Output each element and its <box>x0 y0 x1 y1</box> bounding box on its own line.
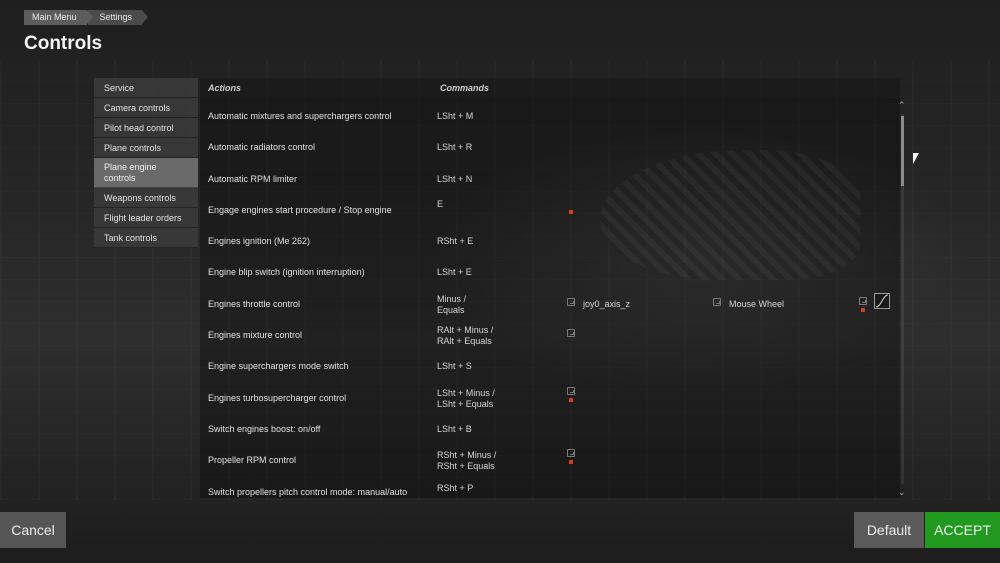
red-alert-icon <box>569 209 573 214</box>
action-label: Engage engines start procedure / Stop en… <box>208 204 392 215</box>
command-binding[interactable]: RSht + Minus / RSht + Equals <box>437 450 496 472</box>
gamepad-icon <box>713 297 721 306</box>
scroll-up-icon[interactable]: ⌃ <box>898 100 906 111</box>
category-plane-controls[interactable]: Plane controls <box>94 138 198 158</box>
joystick-binding[interactable]: joy0_axis_z <box>583 299 630 309</box>
action-label: Switch propellers pitch control mode: ma… <box>208 486 408 497</box>
accept-button[interactable]: ACCEPT <box>925 512 1000 548</box>
page-title: Controls <box>24 33 103 54</box>
action-label: Automatic radiators control <box>208 142 316 153</box>
command-line-1: RAlt + Minus / <box>437 325 494 336</box>
table-header: Actions Commands <box>200 78 900 98</box>
action-label: Switch engines boost: on/off <box>208 423 321 434</box>
gamepad-icon <box>567 329 575 338</box>
scroll-down-icon[interactable]: ⌄ <box>898 487 906 498</box>
action-label: Engines mixture control <box>208 330 303 341</box>
breadcrumb-settings[interactable]: Settings <box>87 10 148 25</box>
mouse-cursor-icon <box>913 153 919 164</box>
command-line-2: RAlt + Equals <box>437 336 492 347</box>
category-tank-controls[interactable]: Tank controls <box>94 228 198 248</box>
category-service[interactable]: Service <box>94 78 198 98</box>
table-row[interactable]: Engine blip switch (ignition interruptio… <box>200 256 895 287</box>
default-button[interactable]: Default <box>854 512 924 548</box>
red-alert-icon <box>569 460 573 465</box>
breadcrumb: Main Menu Settings <box>24 10 148 25</box>
gamepad-icon <box>567 386 575 395</box>
table-row[interactable]: Switch propellers pitch control mode: ma… <box>200 476 895 507</box>
category-pilot-head-control[interactable]: Pilot head control <box>94 118 198 138</box>
command-binding[interactable]: LSht + S <box>437 361 472 372</box>
cancel-button[interactable]: Cancel <box>0 512 66 548</box>
action-label: Engines ignition (Me 262) <box>208 236 311 247</box>
command-line-1: LSht + Minus / <box>437 387 495 398</box>
table-row[interactable]: Engines turbosupercharger control LSht +… <box>200 382 895 413</box>
scroll-thumb[interactable] <box>901 116 904 186</box>
gamepad-icon <box>567 297 575 306</box>
action-label: Engine superchargers mode switch <box>208 361 349 372</box>
table-row[interactable]: Automatic RPM limiter LSht + N <box>200 163 895 194</box>
table-row[interactable]: Propeller RPM control RSht + Minus / RSh… <box>200 444 895 475</box>
command-line-1: RSht + Minus / <box>437 450 497 461</box>
red-alert-icon <box>569 397 573 402</box>
category-list: Service Camera controls Pilot head contr… <box>94 78 198 248</box>
gamepad-icon <box>859 296 867 305</box>
action-label: Engines throttle control <box>208 298 301 309</box>
category-plane-engine-controls[interactable]: Plane engine controls <box>94 158 198 188</box>
command-binding[interactable]: RSht + E <box>437 236 473 247</box>
command-line-2: RSht + Equals <box>437 461 495 472</box>
action-label: Propeller RPM control <box>208 455 297 466</box>
action-label: Engine blip switch (ignition interruptio… <box>208 267 365 278</box>
gamepad-icon <box>567 449 575 458</box>
action-label: Engines turbosupercharger control <box>208 392 347 403</box>
command-binding[interactable]: RSht + P <box>437 483 473 494</box>
category-camera-controls[interactable]: Camera controls <box>94 98 198 118</box>
command-binding[interactable]: LSht + M <box>437 111 473 122</box>
scroll-track[interactable] <box>901 114 904 484</box>
command-binding[interactable]: LSht + B <box>437 424 472 435</box>
command-binding[interactable]: E <box>437 199 443 210</box>
table-row[interactable]: Engines throttle control Minus / Equals … <box>200 288 895 319</box>
table-row[interactable]: Engines ignition (Me 262) RSht + E <box>200 225 895 256</box>
category-weapons-controls[interactable]: Weapons controls <box>94 188 198 208</box>
table-row[interactable]: Engine superchargers mode switch LSht + … <box>200 350 895 381</box>
axis-curve-icon[interactable] <box>874 292 890 309</box>
action-label: Automatic RPM limiter <box>208 173 298 184</box>
table-row[interactable]: Engines mixture control RAlt + Minus / R… <box>200 319 895 350</box>
command-line-1: Minus / <box>437 293 467 304</box>
column-header-actions: Actions <box>208 83 242 93</box>
command-binding[interactable]: RAlt + Minus / RAlt + Equals <box>437 325 493 347</box>
red-alert-icon <box>861 307 865 312</box>
scrollbar[interactable]: ⌃ ⌄ <box>896 100 910 498</box>
action-label: Automatic mixtures and superchargers con… <box>208 111 392 121</box>
command-line-2: LSht + Equals <box>437 398 494 409</box>
command-binding[interactable]: Minus / Equals <box>437 294 466 316</box>
command-binding[interactable]: LSht + E <box>437 267 472 278</box>
category-flight-leader-orders[interactable]: Flight leader orders <box>94 208 198 228</box>
mouse-binding[interactable]: Mouse Wheel <box>729 299 784 309</box>
command-binding[interactable]: LSht + N <box>437 174 472 185</box>
table-row[interactable]: Automatic radiators control LSht + R <box>200 131 895 162</box>
table-row[interactable]: Engage engines start procedure / Stop en… <box>200 194 895 225</box>
command-binding[interactable]: LSht + Minus / LSht + Equals <box>437 388 495 410</box>
table-row[interactable]: Switch engines boost: on/off LSht + B <box>200 413 895 444</box>
command-line-2: Equals <box>437 304 465 315</box>
command-binding[interactable]: LSht + R <box>437 142 472 153</box>
table-row[interactable]: Automatic mixtures and superchargers con… <box>200 100 895 131</box>
curve-glyph <box>875 294 889 308</box>
breadcrumb-main-menu[interactable]: Main Menu <box>24 10 93 25</box>
bindings-table: Automatic mixtures and superchargers con… <box>200 100 895 507</box>
column-header-commands: Commands <box>440 83 490 93</box>
